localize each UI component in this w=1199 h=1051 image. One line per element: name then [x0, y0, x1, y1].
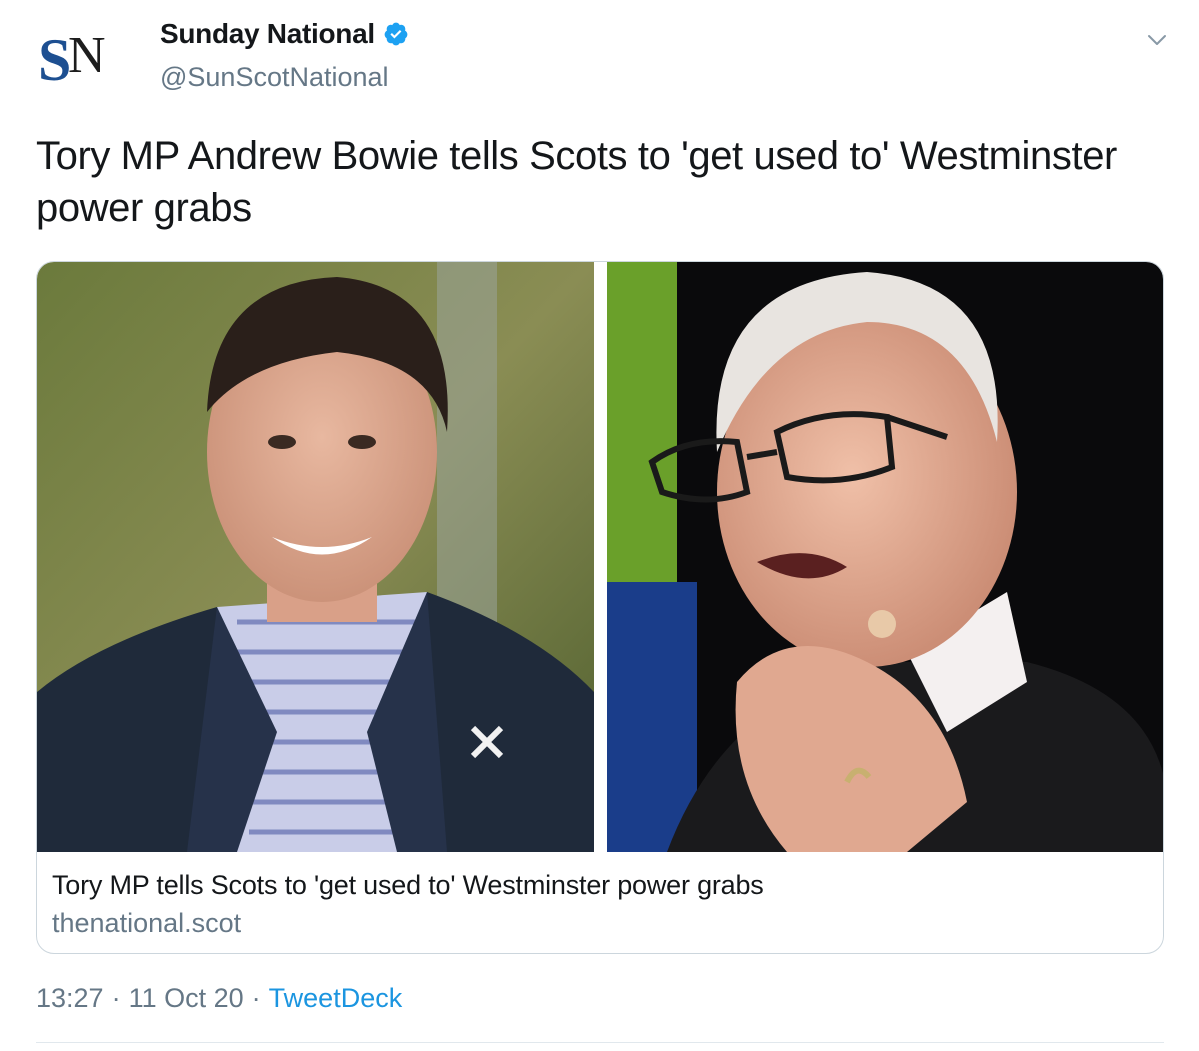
card-image-right — [607, 262, 1163, 852]
display-name[interactable]: Sunday National — [160, 18, 375, 50]
divider — [36, 1042, 1164, 1043]
tweet-meta: 13:27 · 11 Oct 20 · TweetDeck — [36, 983, 402, 1014]
handle[interactable]: @SunScotNational — [160, 62, 389, 93]
tweet-text: Tory MP Andrew Bowie tells Scots to 'get… — [36, 134, 1117, 230]
meta-separator: · — [111, 983, 121, 1013]
image-gap — [594, 262, 607, 852]
tweet-time[interactable]: 13:27 — [36, 983, 104, 1014]
svg-text:N: N — [68, 27, 106, 84]
tweet-date[interactable]: 11 Oct 20 — [129, 983, 244, 1014]
card-title[interactable]: Tory MP tells Scots to 'get used to' Wes… — [52, 870, 764, 901]
card-image-left — [37, 262, 594, 852]
link-card[interactable]: Tory MP tells Scots to 'get used to' Wes… — [36, 261, 1164, 954]
chevron-down-icon[interactable] — [1145, 28, 1169, 52]
card-media — [37, 262, 1163, 852]
meta-separator: · — [251, 983, 261, 1013]
tweet-source-link[interactable]: TweetDeck — [269, 983, 403, 1014]
name-row: Sunday National — [160, 18, 409, 50]
svg-text:S: S — [38, 27, 71, 92]
avatar[interactable]: S N — [36, 22, 120, 92]
tweet-header: S N Sunday National @SunScotNational — [0, 0, 1199, 110]
card-domain[interactable]: thenational.scot — [52, 908, 241, 939]
verified-badge-icon — [384, 22, 408, 46]
